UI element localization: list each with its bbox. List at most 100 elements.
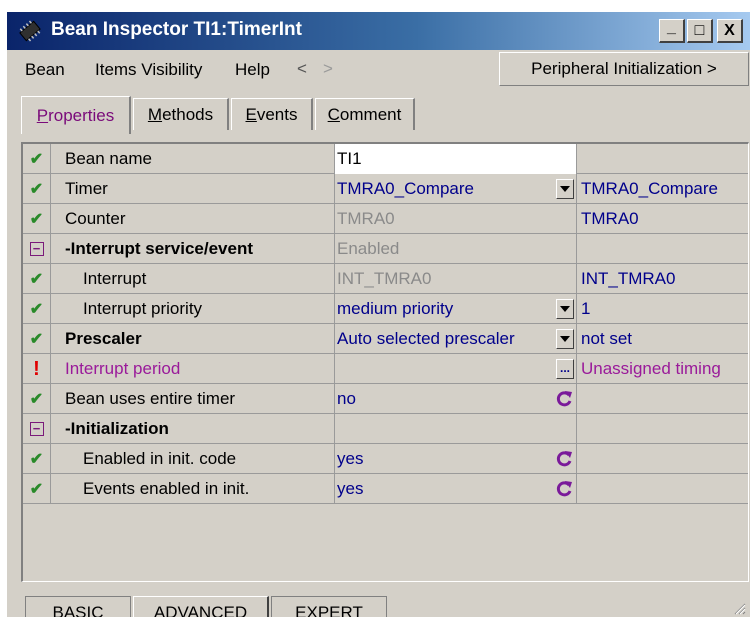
forward-arrow-icon[interactable]: >	[323, 59, 333, 79]
menu-help[interactable]: Help	[235, 60, 270, 80]
real-value	[577, 444, 748, 474]
real-value	[577, 474, 748, 504]
property-name: Bean name	[51, 144, 335, 174]
property-row[interactable]: − -Initialization	[23, 414, 748, 444]
menu-items-visibility[interactable]: Items Visibility	[95, 60, 202, 80]
dropdown-arrow-icon[interactable]	[556, 299, 574, 319]
property-value[interactable]: medium priority	[335, 294, 577, 324]
dropdown-arrow-icon[interactable]	[556, 329, 574, 349]
property-row[interactable]: ✔ Timer TMRA0_Compare TMRA0_Compare	[23, 174, 748, 204]
tab-events[interactable]: Events	[231, 98, 313, 130]
property-value[interactable]	[335, 414, 577, 444]
property-value-text: TI1	[337, 149, 362, 168]
check-icon: ✔	[23, 444, 51, 474]
window-title: Bean Inspector TI1:TimerInt	[51, 19, 302, 40]
collapse-icon[interactable]: −	[23, 414, 51, 444]
tab-methods[interactable]: Methods	[133, 98, 229, 130]
reset-default-icon[interactable]	[554, 389, 574, 409]
real-value	[577, 414, 748, 444]
property-row[interactable]: ✔ Events enabled in init. yes	[23, 474, 748, 504]
minimize-icon: _	[667, 18, 676, 36]
tab-basic[interactable]: BASIC	[25, 596, 131, 617]
property-value[interactable]: Auto selected prescaler	[335, 324, 577, 354]
property-name: Events enabled in init.	[51, 474, 335, 504]
property-value-text: medium priority	[337, 299, 454, 318]
property-row[interactable]: ✔ Counter TMRA0 TMRA0	[23, 204, 748, 234]
tab-properties[interactable]: Properties	[21, 96, 131, 134]
check-icon: ✔	[23, 474, 51, 504]
property-row[interactable]: ✔ Bean uses entire timer no	[23, 384, 748, 414]
tab-expert-label: EXPERT	[295, 603, 363, 617]
menu-bar: Bean Items Visibility Help < > Periphera…	[7, 50, 750, 90]
property-name: Interrupt	[51, 264, 335, 294]
property-value-text: yes	[337, 479, 364, 498]
property-value[interactable]: yes	[335, 474, 577, 504]
check-icon: ✔	[23, 174, 51, 204]
tab-properties-label: Properties	[36, 105, 115, 125]
property-row[interactable]: ✔ Prescaler Auto selected prescaler not set	[23, 324, 748, 354]
property-name: Enabled in init. code	[51, 444, 335, 474]
maximize-button[interactable]: □	[687, 19, 713, 43]
property-value[interactable]: Enabled	[335, 234, 577, 264]
property-value[interactable]: no	[335, 384, 577, 414]
property-value[interactable]: TMRA0	[335, 204, 577, 234]
real-value	[577, 234, 748, 264]
real-value: 1	[581, 299, 591, 318]
property-value-text: Enabled	[337, 239, 400, 258]
tab-comment-label: Comment	[327, 104, 402, 124]
check-icon: ✔	[23, 204, 51, 234]
tab-expert[interactable]: EXPERT	[271, 596, 387, 617]
property-name: Timer	[51, 174, 335, 204]
property-value[interactable]: TMRA0_Compare	[335, 174, 577, 204]
tab-events-label: Events	[245, 104, 298, 124]
real-value: TMRA0	[581, 209, 639, 228]
bean-chip-icon	[19, 20, 41, 42]
property-value-text: no	[337, 389, 356, 408]
ellipsis-button[interactable]: ...	[556, 359, 574, 379]
property-row[interactable]: ! Interrupt period... Unassigned timing	[23, 354, 748, 384]
real-value	[577, 144, 748, 174]
property-value[interactable]: yes	[335, 444, 577, 474]
check-icon: ✔	[23, 384, 51, 414]
resize-grip-icon[interactable]	[732, 601, 746, 615]
property-value[interactable]: INT_TMRA0	[335, 264, 577, 294]
property-value-text: yes	[337, 449, 364, 468]
tab-basic-label: BASIC	[52, 603, 104, 617]
peripheral-initialization-button[interactable]: Peripheral Initialization >	[499, 52, 749, 86]
property-name: Counter	[51, 204, 335, 234]
real-value: not set	[581, 329, 633, 348]
property-row[interactable]: ✔ Bean name TI1	[23, 144, 748, 174]
close-button[interactable]: X	[717, 19, 743, 43]
check-icon: ✔	[23, 144, 51, 174]
tab-advanced[interactable]: ADVANCED	[133, 596, 269, 617]
real-value	[577, 384, 748, 414]
reset-default-icon[interactable]	[554, 479, 574, 499]
property-name: Interrupt period	[51, 354, 335, 384]
property-row[interactable]: ✔ Enabled in init. code yes	[23, 444, 748, 474]
property-row[interactable]: − -Interrupt service/event Enabled	[23, 234, 748, 264]
real-value: INT_TMRA0	[581, 269, 676, 288]
property-value-text: TMRA0_Compare	[337, 179, 474, 198]
real-value: TMRA0_Compare	[581, 179, 718, 198]
reset-default-icon[interactable]	[554, 449, 574, 469]
collapse-icon[interactable]: −	[23, 234, 51, 264]
property-value[interactable]: TI1	[335, 144, 577, 174]
property-row[interactable]: ✔ Interrupt priority medium priority 1	[23, 294, 748, 324]
property-grid: ✔ Bean name TI1 ✔ Timer TMRA0_Compare TMRA0_Co…	[21, 142, 749, 582]
close-icon: X	[724, 21, 735, 39]
check-icon: ✔	[23, 264, 51, 294]
property-name: -Initialization	[51, 414, 335, 444]
property-name: -Interrupt service/event	[51, 234, 335, 264]
property-name: Interrupt priority	[51, 294, 335, 324]
property-row[interactable]: ✔ Interrupt INT_TMRA0 INT_TMRA0	[23, 264, 748, 294]
title-bar[interactable]: Bean Inspector TI1:TimerInt _ □ X	[7, 12, 750, 50]
minimize-button[interactable]: _	[659, 19, 685, 43]
property-name: Prescaler	[51, 324, 335, 354]
tab-comment[interactable]: Comment	[315, 98, 415, 130]
property-value[interactable]: ...	[335, 354, 577, 384]
back-arrow-icon[interactable]: <	[297, 59, 307, 79]
real-value: Unassigned timing	[581, 359, 721, 378]
bean-inspector-window: Bean Inspector TI1:TimerInt _ □ X Bean I…	[6, 12, 750, 617]
dropdown-arrow-icon[interactable]	[556, 179, 574, 199]
menu-bean[interactable]: Bean	[25, 60, 65, 80]
